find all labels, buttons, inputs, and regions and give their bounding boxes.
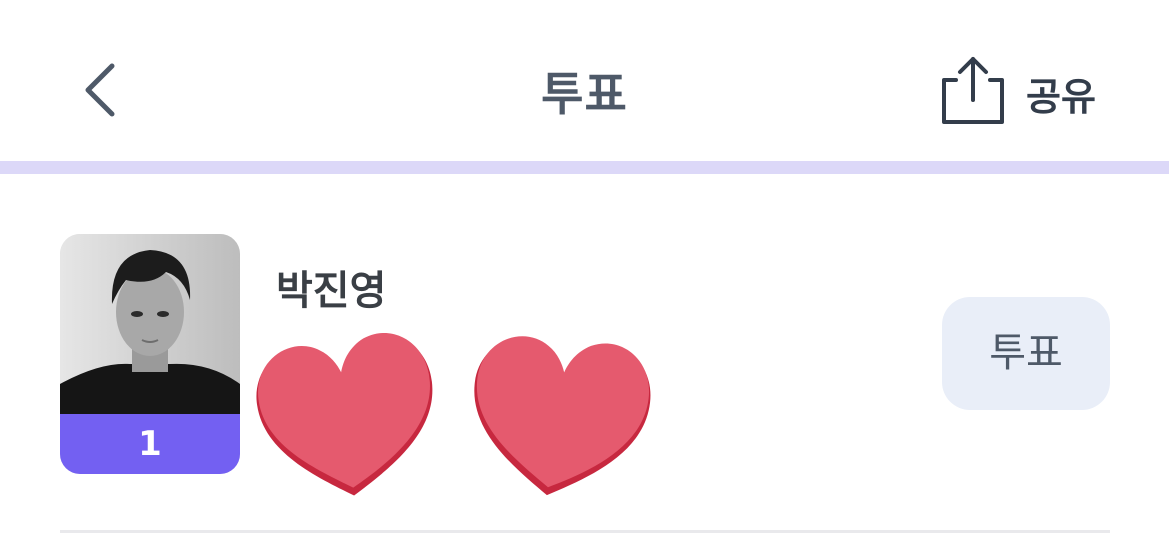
header-divider <box>0 161 1169 174</box>
row-divider <box>60 530 1110 533</box>
vote-page: 투표 공유 1 박진영 투표 <box>0 0 1169 543</box>
vote-button[interactable]: 투표 <box>942 297 1110 410</box>
heart-icon-right <box>474 336 651 496</box>
top-bar: 투표 공유 <box>0 0 1169 160</box>
candidate-photo <box>60 234 240 414</box>
candidate-row: 1 박진영 투표 <box>0 174 1169 543</box>
share-label: 공유 <box>1026 75 1096 119</box>
hearts-sticker <box>256 332 651 496</box>
share-icon <box>942 57 1004 124</box>
rank-badge: 1 <box>60 414 240 474</box>
candidate-photo-card[interactable]: 1 <box>60 234 240 474</box>
share-button[interactable]: 공유 <box>938 52 1118 130</box>
heart-icon-left <box>256 332 433 496</box>
